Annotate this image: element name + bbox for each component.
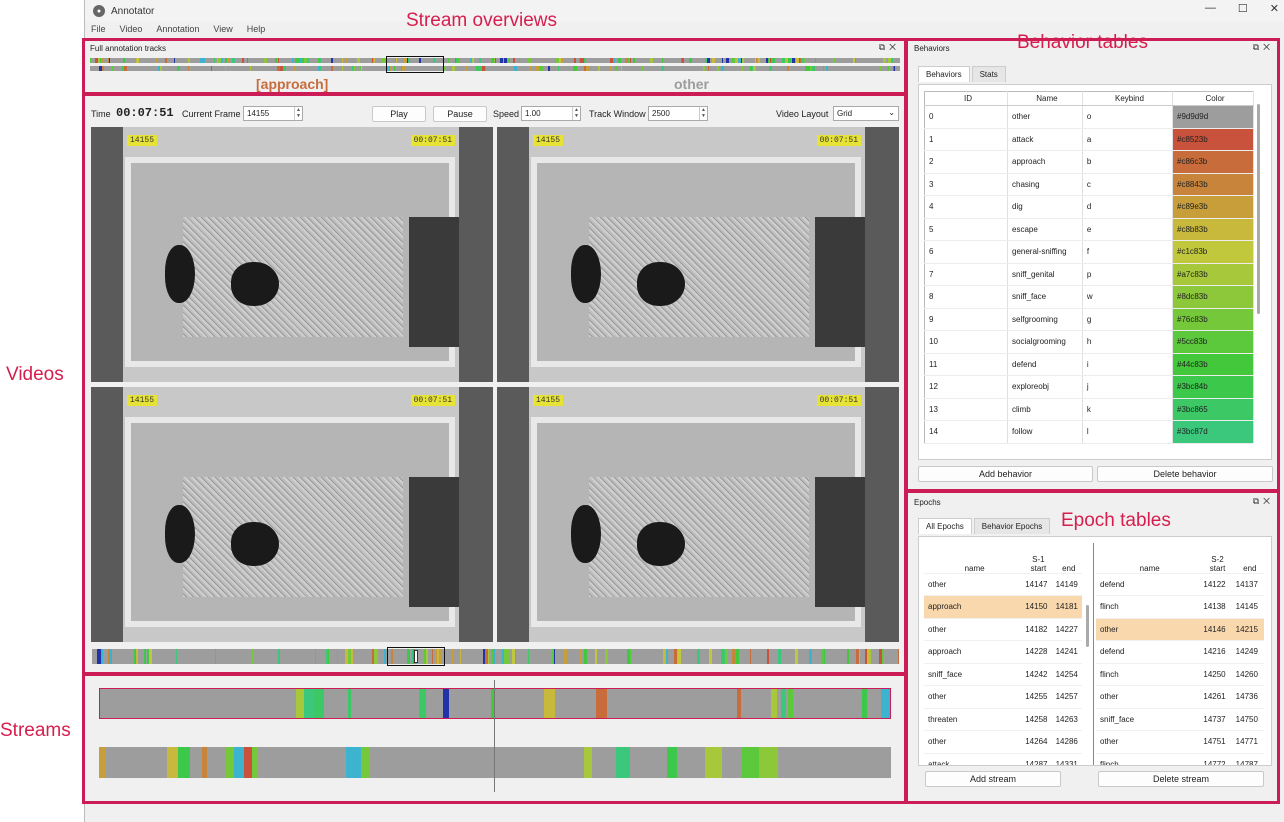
minimize-icon[interactable]: — xyxy=(1205,2,1216,15)
epoch-tables-region xyxy=(905,490,1280,804)
stream-overviews-region xyxy=(82,38,907,95)
window-title: Annotator xyxy=(111,5,155,17)
menu-bar: File Video Annotation View Help xyxy=(85,24,265,38)
menu-annotation[interactable]: Annotation xyxy=(156,24,199,38)
behavior-tables-region xyxy=(905,38,1280,492)
menu-view[interactable]: View xyxy=(213,24,232,38)
app-logo-icon: ● xyxy=(93,5,105,17)
streams-region xyxy=(82,673,907,804)
maximize-icon[interactable]: ☐ xyxy=(1238,2,1248,15)
close-icon[interactable]: ✕ xyxy=(1270,2,1279,15)
epoch-tables-annotation: Epoch tables xyxy=(1061,510,1171,531)
menu-file[interactable]: File xyxy=(91,24,106,38)
menu-video[interactable]: Video xyxy=(120,24,143,38)
title-bar: ● Annotator — ☐ ✕ xyxy=(85,0,1284,22)
streams-annotation: Streams xyxy=(0,720,71,741)
behavior-tables-annotation: Behavior tables xyxy=(1017,32,1148,53)
menu-help[interactable]: Help xyxy=(247,24,266,38)
stream-overviews-annotation: Stream overviews xyxy=(406,10,557,31)
videos-region xyxy=(82,93,907,675)
videos-annotation: Videos xyxy=(6,364,64,385)
